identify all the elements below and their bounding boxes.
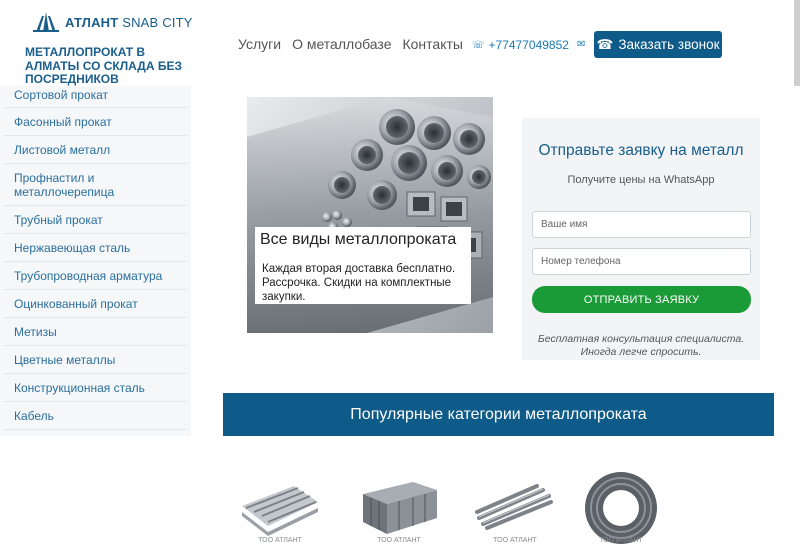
sidebar-item-profiled-sheet[interactable]: Профнастил и металлочерепица	[4, 164, 187, 206]
sidebar-item-label: Сортовой прокат	[14, 88, 109, 102]
request-form: Отправьте заявку на металл Получите цены…	[522, 118, 760, 360]
sidebar-item-label: Метизы	[14, 325, 57, 339]
nav-link-services[interactable]: Услуги	[238, 36, 281, 52]
sidebar-item-hardware[interactable]: Метизы	[4, 318, 187, 346]
name-input-placeholder: Ваше имя	[541, 219, 588, 230]
sidebar-item-label: Профнастил и металлочерепица	[14, 171, 115, 199]
phone-call-icon: ☎	[596, 36, 614, 52]
logo-mark-icon	[33, 12, 59, 32]
watermark: ТОО АТЛАНТ	[493, 537, 537, 544]
whatsapp-icon[interactable]: ✉	[577, 39, 585, 50]
sidebar-item-label: Листовой металл	[14, 143, 111, 157]
nav-link-contacts[interactable]: Контакты	[402, 36, 462, 52]
sidebar-item-non-ferrous[interactable]: Цветные металлы	[4, 346, 187, 374]
order-call-label: Заказать звонок	[618, 37, 720, 52]
form-title: Отправьте заявку на металл	[538, 142, 744, 159]
wire-coil-image	[585, 472, 657, 544]
category-card-wire[interactable]: ТОО АТЛАНТ	[579, 464, 663, 548]
category-card-rebar[interactable]: ТОО АТЛАНТ	[473, 464, 557, 548]
sidebar-menu: Сортовой прокат Фасонный прокат Листовой…	[0, 86, 191, 436]
sidebar-item-pipeline-fittings[interactable]: Трубопроводная арматура	[4, 262, 187, 290]
form-note-line-1: Бесплатная консультация специалиста.	[537, 333, 745, 345]
form-note-line-2: Иногда легче спросить.	[580, 346, 702, 358]
scrollbar[interactable]	[794, 0, 800, 86]
sidebar-item-structural-steel[interactable]: Конструкционная сталь	[4, 374, 187, 402]
phone-number: +77477049852	[488, 38, 569, 52]
rebar-image	[475, 484, 553, 530]
sidebar-item-label: Оцинкованный прокат	[14, 297, 138, 311]
sidebar-item-galvanized[interactable]: Оцинкованный прокат	[4, 290, 187, 318]
watermark: ТОО АТЛАНТ	[599, 537, 643, 544]
profile-pipe-image	[363, 482, 437, 534]
category-card-profiled-sheet[interactable]: ТОО АТЛАНТ	[238, 464, 322, 548]
submit-request-button[interactable]: ОТПРАВИТЬ ЗАЯВКУ	[532, 286, 751, 313]
watermark: ТОО АТЛАНТ	[377, 537, 421, 544]
tagline: МЕТАЛЛОПРОКАТ В АЛМАТЫ СО СКЛАДА БЕЗ ПОС…	[25, 45, 182, 86]
hero-title: Все виды металлопроката	[255, 227, 471, 257]
form-note: Бесплатная консультация специалиста. Ино…	[522, 333, 760, 359]
scrollbar-thumb[interactable]	[794, 0, 800, 86]
logo-sub: SNAB CITY	[122, 14, 193, 30]
sidebar-item-pipes[interactable]: Трубный прокат	[4, 206, 187, 234]
logo[interactable]: АТЛАНТ SNAB CITY	[33, 12, 193, 32]
sidebar-item-label: Нержавеющая сталь	[14, 241, 131, 255]
sidebar-item-shaped-steel[interactable]: Фасонный прокат	[4, 108, 187, 136]
phone-input-placeholder: Номер телефона	[541, 256, 621, 267]
sidebar-item-label: Конструкционная сталь	[14, 381, 145, 395]
logo-main: АТЛАНТ	[65, 14, 119, 30]
nav-link-about[interactable]: О металлобазе	[292, 36, 391, 52]
category-card-profile-pipe[interactable]: ТОО АТЛАНТ	[357, 464, 441, 548]
sidebar-item-label: Цветные металлы	[14, 353, 116, 367]
name-input[interactable]: Ваше имя	[532, 211, 751, 238]
categories-heading: Популярные категории металлопроката	[223, 393, 774, 436]
sidebar-item-stainless-steel[interactable]: Нержавеющая сталь	[4, 234, 187, 262]
sidebar-item-label: Фасонный прокат	[14, 115, 112, 129]
phone-icon: ☏	[472, 39, 485, 51]
sidebar-item-label: Кабель	[14, 409, 54, 423]
main-nav: Услуги О металлобазе Контакты	[238, 36, 474, 52]
logo-text: АТЛАНТ SNAB CITY	[65, 15, 193, 30]
profiled-sheet-image	[242, 486, 318, 536]
sidebar-item-sheet-metal[interactable]: Листовой металл	[4, 136, 187, 164]
phone-link[interactable]: ☏ +77477049852	[472, 38, 569, 52]
sidebar-item-section-steel[interactable]: Сортовой прокат	[4, 86, 187, 108]
form-subtitle: Получите цены на WhatsApp	[567, 174, 715, 186]
watermark: ТОО АТЛАНТ	[258, 537, 302, 544]
sidebar-item-cable[interactable]: Кабель	[4, 402, 187, 430]
hero-text: Каждая вторая доставка бесплатно. Рассро…	[255, 257, 471, 304]
sidebar-item-label: Трубный прокат	[14, 213, 103, 227]
order-call-button[interactable]: ☎ Заказать звонок	[594, 31, 722, 58]
sidebar-item-label: Трубопроводная арматура	[14, 269, 163, 283]
phone-input[interactable]: Номер телефона	[532, 248, 751, 275]
